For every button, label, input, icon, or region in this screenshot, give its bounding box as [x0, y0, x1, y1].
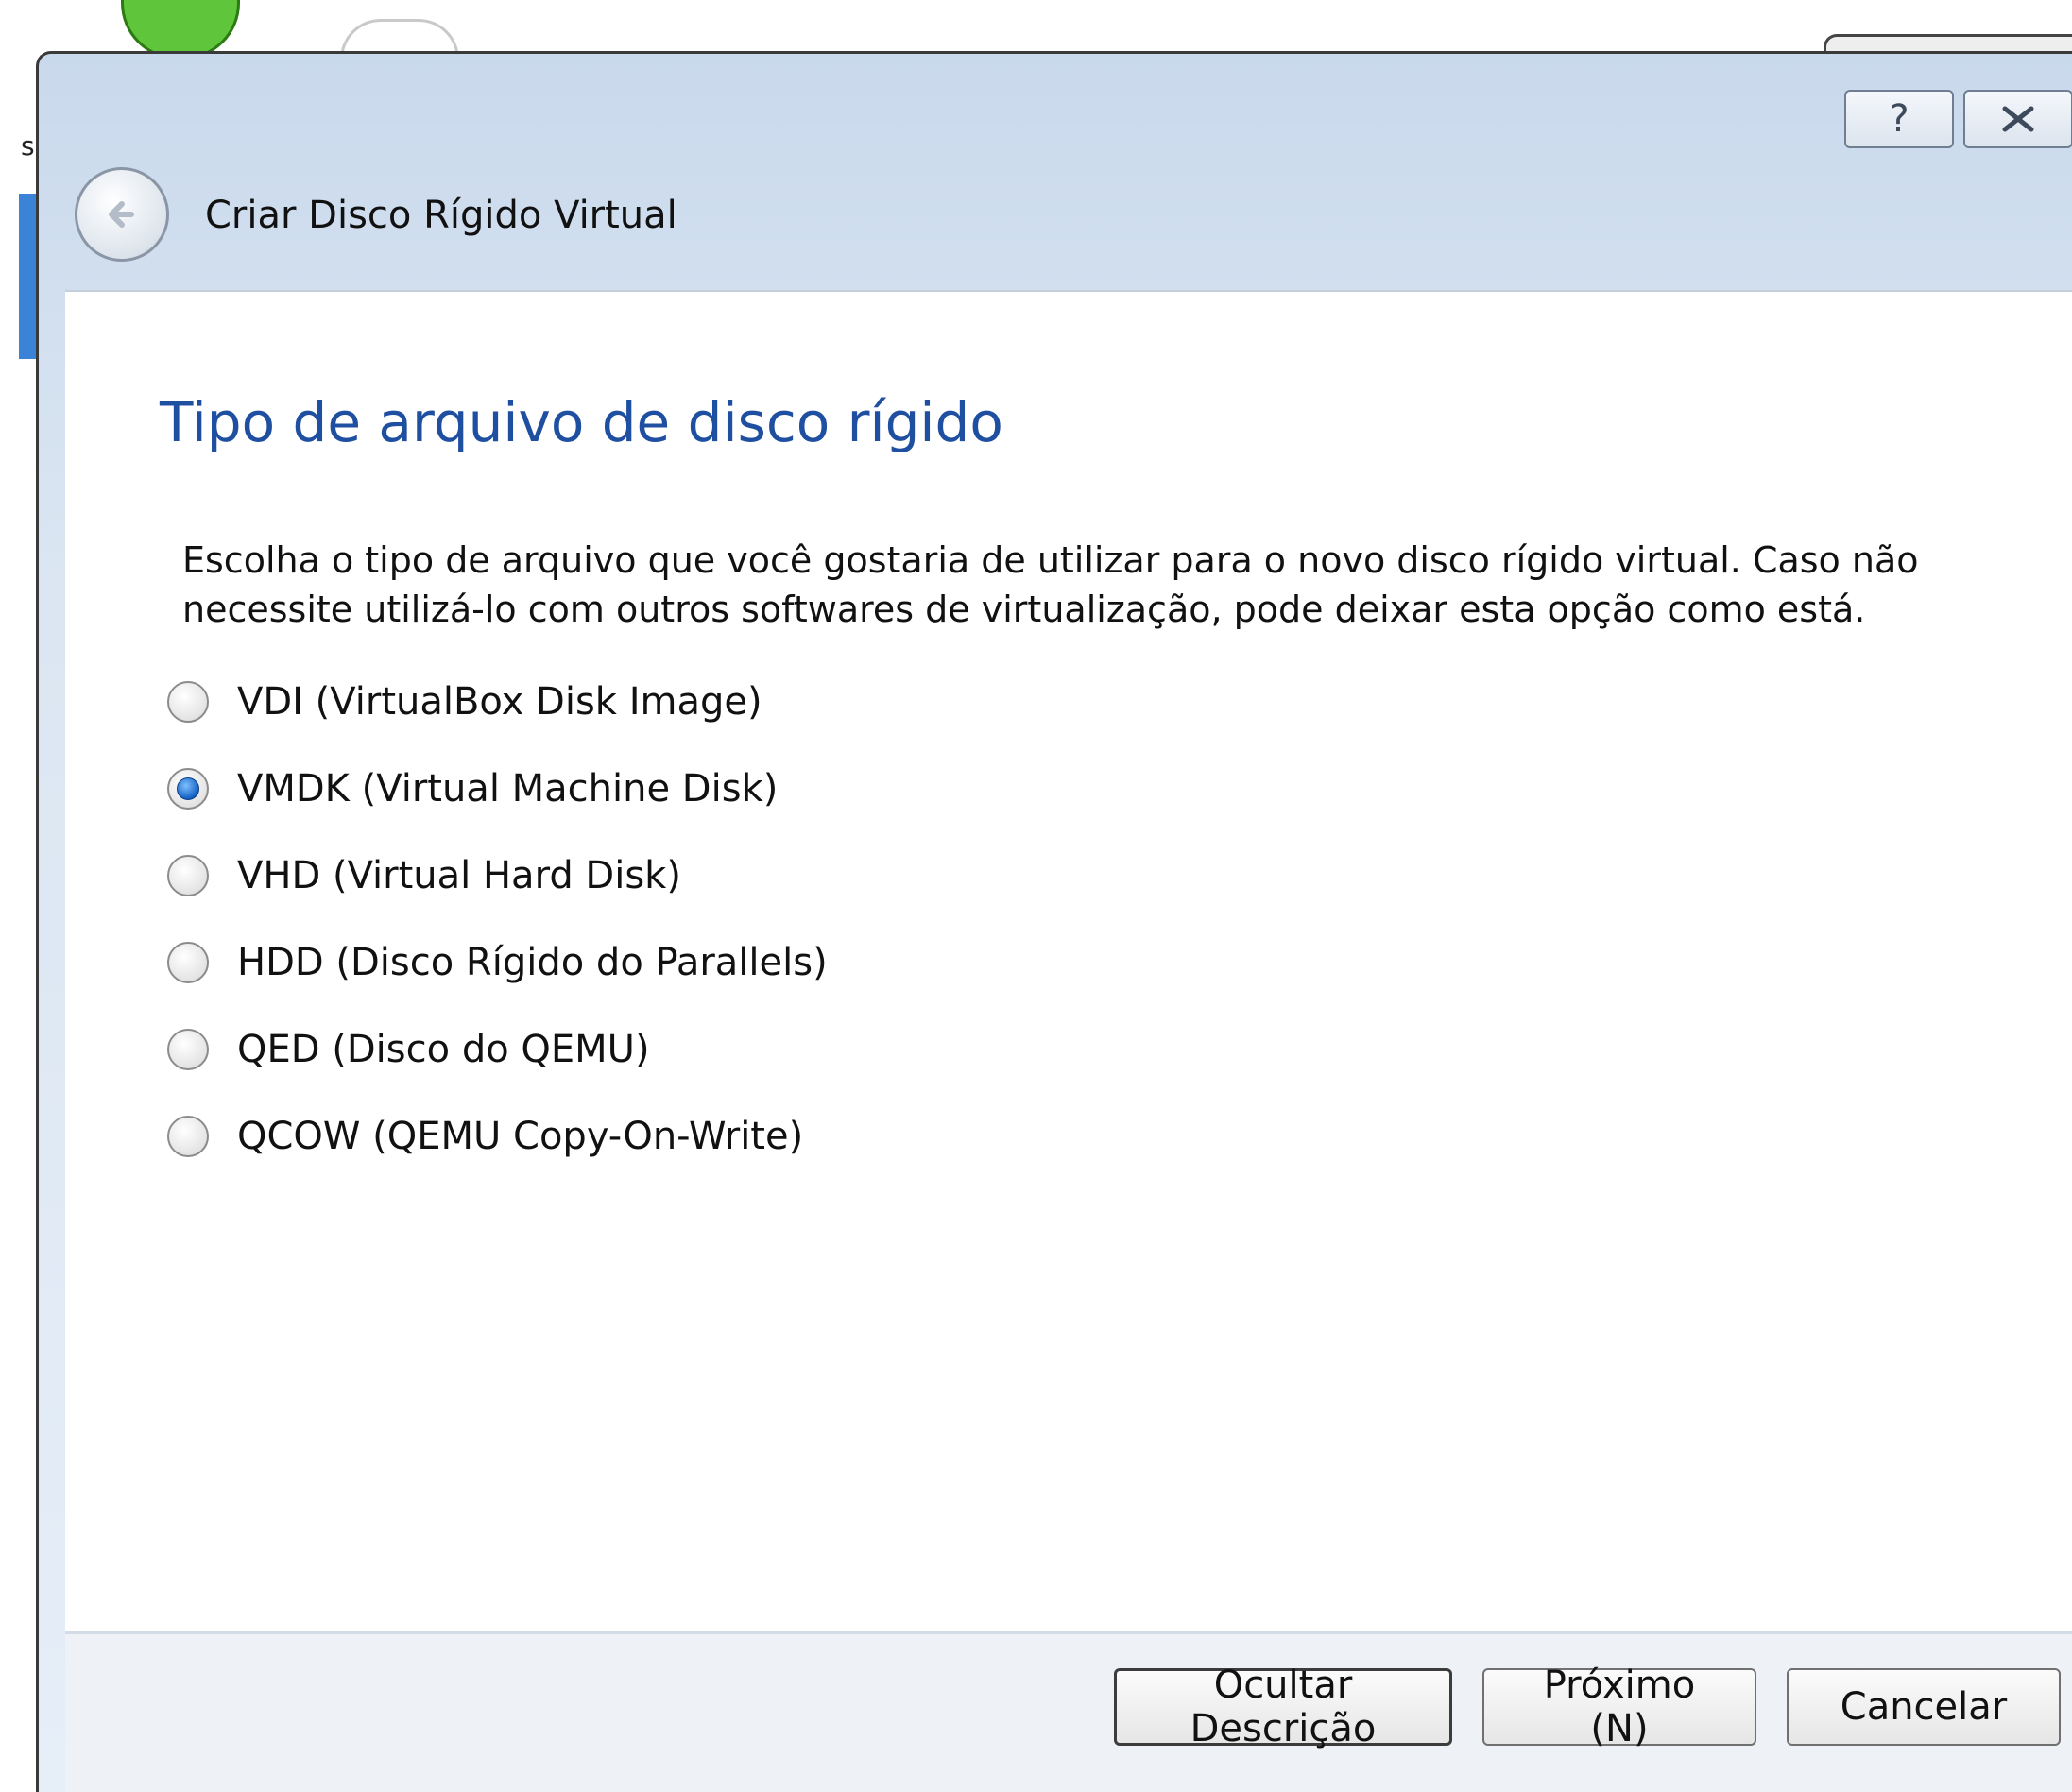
help-button[interactable]: ?: [1844, 90, 1954, 148]
back-button[interactable]: [75, 167, 169, 262]
title-bar-buttons: ?: [1844, 90, 2072, 148]
wizard-page: Tipo de arquivo de disco rígido Escolha …: [65, 290, 2072, 1631]
radio-button[interactable]: [167, 855, 209, 896]
disk-type-options: VDI (VirtualBox Disk Image) VMDK (Virtua…: [167, 658, 828, 1180]
radio-dot: [177, 777, 199, 800]
screen: s ? Criar Disco Rígido Virtual Tipo de a…: [0, 0, 2072, 1792]
option-label: VMDK (Virtual Machine Disk): [237, 767, 779, 811]
radio-button[interactable]: [167, 681, 209, 723]
page-title: Tipo de arquivo de disco rígido: [160, 390, 1003, 454]
radio-button[interactable]: [167, 1029, 209, 1070]
cancel-button[interactable]: Cancelar: [1787, 1668, 2061, 1746]
next-button[interactable]: Próximo (N): [1482, 1664, 1756, 1750]
wizard-title: Criar Disco Rígido Virtual: [205, 194, 677, 237]
radio-button-selected[interactable]: [167, 768, 209, 810]
back-arrow-icon: [109, 201, 134, 228]
create-virtual-disk-dialog: ? Criar Disco Rígido Virtual Tipo de arq…: [36, 51, 2072, 1792]
dialog-footer: Ocultar Descrição Próximo (N) Cancelar: [65, 1631, 2072, 1792]
help-icon: ?: [1889, 97, 1909, 141]
option-label: VDI (VirtualBox Disk Image): [237, 680, 762, 724]
option-label: HDD (Disco Rígido do Parallels): [237, 941, 828, 984]
option-label: VHD (Virtual Hard Disk): [237, 854, 681, 897]
option-qcow[interactable]: QCOW (QEMU Copy-On-Write): [167, 1093, 828, 1180]
close-icon: [2002, 106, 2034, 132]
footer-buttons: Ocultar Descrição Próximo (N) Cancelar: [1114, 1664, 2061, 1750]
option-label: QED (Disco do QEMU): [237, 1028, 650, 1071]
option-vdi[interactable]: VDI (VirtualBox Disk Image): [167, 658, 828, 745]
background-text: s: [21, 130, 35, 162]
close-button[interactable]: [1963, 90, 2072, 148]
hide-description-button[interactable]: Ocultar Descrição: [1114, 1664, 1452, 1750]
radio-button[interactable]: [167, 1116, 209, 1157]
option-hdd[interactable]: HDD (Disco Rígido do Parallels): [167, 919, 828, 1006]
option-label: QCOW (QEMU Copy-On-Write): [237, 1115, 804, 1158]
dialog-header: ? Criar Disco Rígido Virtual: [39, 54, 2072, 290]
option-qed[interactable]: QED (Disco do QEMU): [167, 1006, 828, 1093]
page-description: Escolha o tipo de arquivo que você gosta…: [182, 539, 1919, 630]
option-vhd[interactable]: VHD (Virtual Hard Disk): [167, 832, 828, 919]
option-vmdk[interactable]: VMDK (Virtual Machine Disk): [167, 745, 828, 832]
radio-button[interactable]: [167, 942, 209, 983]
